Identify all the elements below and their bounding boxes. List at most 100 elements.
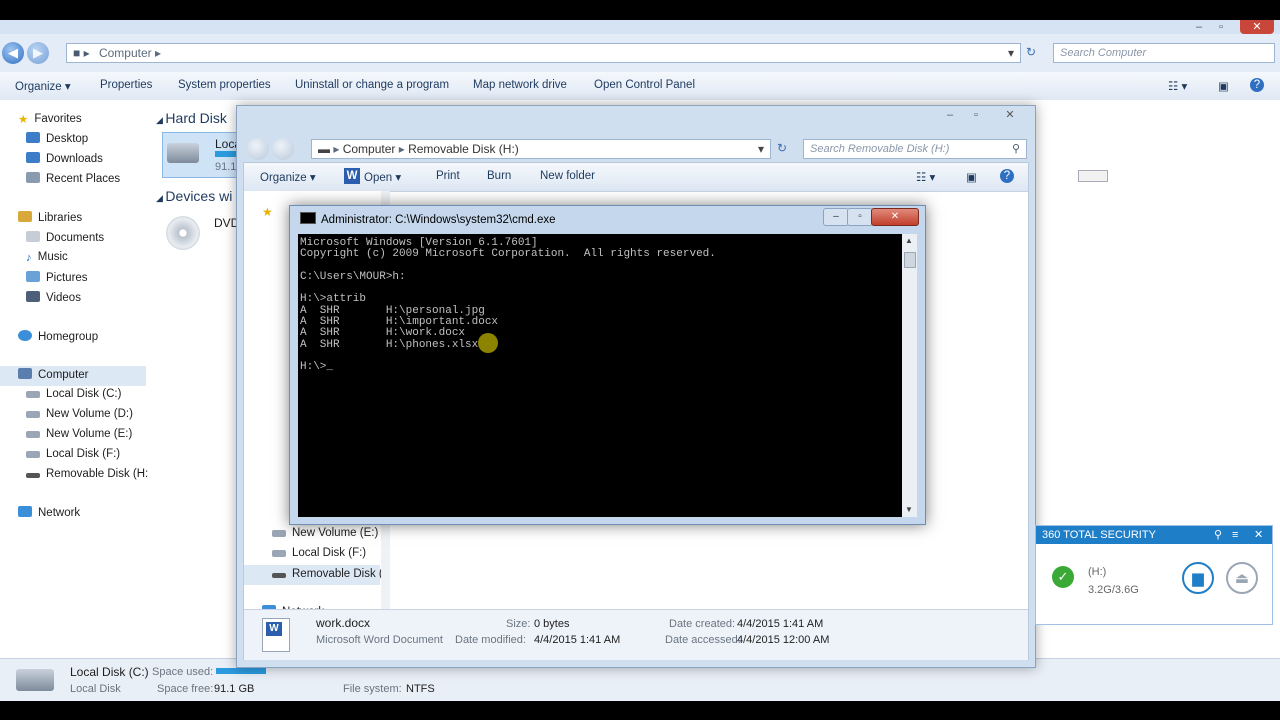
nav-drive-d[interactable]: New Volume (D:): [26, 408, 133, 420]
nav-documents[interactable]: Documents: [26, 231, 104, 244]
nav-recent-places[interactable]: Recent Places: [26, 172, 120, 185]
explorer-titlebar: – ▫ ✕: [0, 20, 1280, 34]
minimize-button[interactable]: –: [937, 108, 963, 122]
address-crumb-removable-disk[interactable]: Removable Disk (H:): [408, 142, 519, 156]
nav-network[interactable]: Network: [18, 506, 80, 519]
scroll-thumb[interactable]: [904, 252, 916, 268]
maximize-button[interactable]: ▫: [1208, 20, 1234, 34]
preview-pane-icon[interactable]: ▣: [1218, 79, 1229, 93]
detail-file-type: Microsoft Word Document: [316, 634, 443, 646]
system-properties-button[interactable]: System properties: [178, 79, 271, 91]
console-scrollbar[interactable]: ▲ ▼: [902, 234, 917, 517]
open-folder-button[interactable]: ▆: [1182, 562, 1214, 594]
open-control-panel-button[interactable]: Open Control Panel: [594, 79, 695, 91]
drive-icon: [26, 451, 40, 458]
music-icon: ♪: [26, 252, 32, 264]
nav-music-label: Music: [37, 251, 68, 263]
nav-drive-f-label: Local Disk (F:): [46, 448, 121, 460]
nav-drive-e[interactable]: New Volume (E:): [26, 428, 132, 440]
address-crumb-computer[interactable]: Computer: [99, 46, 152, 60]
maximize-button[interactable]: ▫: [963, 108, 989, 122]
dropdown-arrow-icon[interactable]: ▾: [758, 140, 764, 158]
local-disk-size: 91.1: [215, 161, 237, 173]
view-options-icon[interactable]: ☷ ▾: [916, 170, 935, 184]
close-button[interactable]: ✕: [871, 208, 919, 226]
nav-drive-f[interactable]: Local Disk (F:): [272, 547, 366, 559]
usb-drive-icon: [26, 473, 40, 478]
forward-arrow-icon[interactable]: ▶: [27, 42, 49, 64]
properties-button[interactable]: Properties: [100, 79, 152, 91]
refresh-icon[interactable]: ↻: [777, 141, 787, 155]
capacity-bar: [1078, 170, 1108, 182]
help-icon[interactable]: ?: [1250, 78, 1264, 92]
nav-libraries[interactable]: Libraries: [18, 211, 82, 224]
console-screen[interactable]: Microsoft Windows [Version 6.1.7601] Cop…: [298, 234, 902, 517]
folder-search-input[interactable]: Search Removable Disk (H:) ⚲: [803, 139, 1027, 159]
organize-button[interactable]: Organize ▾: [260, 170, 316, 184]
local-disk-tile[interactable]: Loca 91.1: [162, 132, 245, 178]
security-widget: 360 TOTAL SECURITY ⚲ ≡ ✕ ✓ (H:) 3.2G/3.6…: [1035, 525, 1273, 625]
nav-pictures[interactable]: Pictures: [26, 271, 88, 284]
search-icon[interactable]: ⚲: [1012, 140, 1020, 158]
hard-disk-group-header[interactable]: ◢ Hard Disk: [156, 110, 227, 126]
back-arrow-icon[interactable]: ◀: [2, 42, 24, 64]
uninstall-program-button[interactable]: Uninstall or change a program: [295, 79, 449, 91]
nav-computer[interactable]: Computer: [0, 366, 146, 386]
nav-music[interactable]: ♪ Music: [26, 251, 68, 264]
eject-button[interactable]: ⏏: [1226, 562, 1258, 594]
close-icon[interactable]: ✕: [1254, 526, 1263, 544]
search-icon[interactable]: ⚲: [1214, 526, 1222, 544]
maximize-button[interactable]: ▫: [847, 208, 873, 226]
nav-desktop[interactable]: Desktop: [26, 132, 88, 145]
word-icon: W: [344, 168, 360, 184]
minimize-button[interactable]: –: [823, 208, 849, 226]
forward-arrow-icon[interactable]: [272, 138, 294, 160]
drive-icon: [272, 550, 286, 557]
nav-favorites[interactable]: ★ Favorites: [18, 112, 82, 126]
folder-address-bar[interactable]: ▬ ▸ Computer ▸ Removable Disk (H:) ▾: [311, 139, 771, 159]
burn-button[interactable]: Burn: [487, 170, 511, 182]
devices-label: Devices wi: [165, 188, 233, 204]
dvd-drive-tile[interactable]: DVD: [164, 212, 244, 256]
map-network-drive-button[interactable]: Map network drive: [473, 79, 567, 91]
collapse-arrow-icon: ◢: [156, 115, 166, 125]
close-button[interactable]: ✕: [1240, 20, 1274, 34]
address-bar[interactable]: ■ ▸ Computer ▸ ▾: [66, 43, 1021, 63]
dropdown-arrow-icon[interactable]: ▾: [1008, 44, 1014, 62]
search-input[interactable]: Search Computer: [1053, 43, 1275, 63]
nav-drive-h[interactable]: Removable Disk (H:): [26, 468, 152, 480]
help-icon[interactable]: ?: [1000, 169, 1014, 183]
back-arrow-icon[interactable]: [247, 138, 269, 160]
organize-button[interactable]: Organize ▾: [15, 79, 71, 93]
nav-drive-f[interactable]: Local Disk (F:): [26, 448, 120, 460]
close-button[interactable]: ✕: [993, 108, 1027, 122]
dvd-icon: [166, 216, 200, 250]
nav-downloads[interactable]: Downloads: [26, 152, 103, 165]
menu-icon[interactable]: ≡: [1232, 526, 1238, 544]
nav-drive-c[interactable]: Local Disk (C:): [26, 388, 121, 400]
open-button[interactable]: Open ▾: [364, 170, 401, 184]
nav-videos[interactable]: Videos: [26, 291, 81, 304]
nav-drive-e[interactable]: New Volume (E:): [272, 527, 378, 539]
scroll-up-icon[interactable]: ▲: [905, 236, 913, 245]
preview-pane-icon[interactable]: ▣: [966, 170, 977, 184]
refresh-icon[interactable]: ↻: [1026, 45, 1036, 59]
print-button[interactable]: Print: [436, 170, 460, 182]
cmd-icon: [300, 212, 316, 224]
detail-accessed-label: Date accessed:: [665, 634, 741, 646]
detail-modified-label: Date modified:: [455, 634, 526, 646]
new-folder-button[interactable]: New folder: [540, 170, 595, 182]
cmd-title: Administrator: C:\Windows\system32\cmd.e…: [321, 214, 556, 226]
collapse-arrow-icon: ◢: [156, 193, 166, 203]
detail-file-name: work.docx: [316, 616, 371, 630]
nav-videos-label: Videos: [46, 292, 81, 304]
address-crumb-computer[interactable]: Computer: [343, 142, 396, 156]
view-options-icon[interactable]: ☷ ▾: [1168, 79, 1187, 93]
check-icon: ✓: [1052, 566, 1074, 588]
nav-homegroup[interactable]: Homegroup: [18, 330, 98, 343]
nav-network-label: Network: [38, 507, 81, 519]
devices-group-header[interactable]: ◢ Devices wi: [156, 188, 232, 204]
scroll-down-icon[interactable]: ▼: [905, 505, 913, 514]
nav-drive-h[interactable]: Removable Disk (: [244, 565, 383, 585]
file-system-value: NTFS: [406, 683, 435, 695]
